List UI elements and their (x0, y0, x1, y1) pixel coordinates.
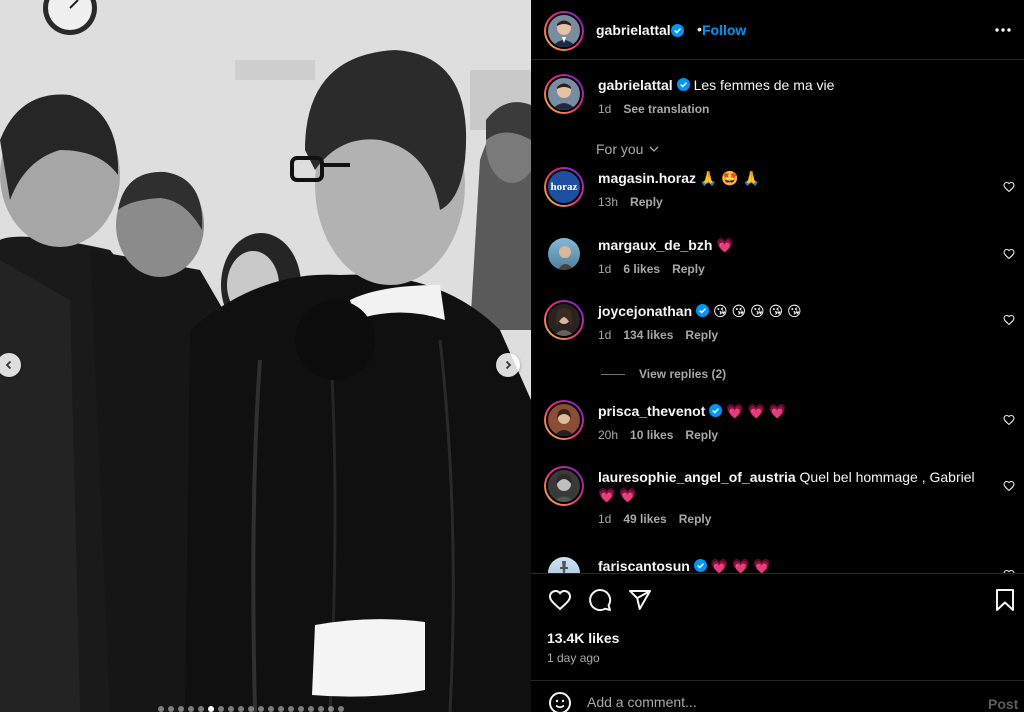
carousel-dot (188, 706, 194, 712)
carousel-dot (298, 706, 304, 712)
share-icon[interactable] (628, 588, 652, 612)
comment-likes[interactable]: 134 likes (623, 326, 673, 344)
verified-badge-icon (676, 78, 690, 91)
follow-button[interactable]: Follow (702, 22, 746, 38)
comment-age: 1d (598, 328, 612, 342)
comment-age: 1d (598, 262, 612, 276)
post-comment-button[interactable]: Post (988, 696, 1018, 712)
comment-text: 💗 💗 💗 (726, 403, 787, 419)
carousel-dot (338, 706, 344, 712)
carousel-indicator (158, 706, 344, 712)
caption-text: Les femmes de ma vie (693, 77, 835, 93)
commenter-avatar[interactable] (548, 238, 580, 270)
verified-badge-icon (671, 24, 684, 37)
carousel-dot-active (208, 706, 214, 712)
comment-filter-label: For you (596, 141, 644, 157)
commenter-avatar[interactable] (548, 557, 580, 573)
carousel-dot (238, 706, 244, 712)
chevron-down-icon (650, 146, 659, 152)
post-timestamp: 1 day ago (547, 651, 600, 665)
carousel-dot (218, 706, 224, 712)
comment-username[interactable]: magasin.horaz (598, 170, 696, 186)
reply-button[interactable]: Reply (685, 426, 718, 444)
post-actions-bar: 13.4K likes 1 day ago (531, 573, 1024, 673)
verified-badge-icon (696, 304, 710, 317)
caption-username[interactable]: gabrielattal (598, 77, 673, 93)
add-comment-bar: Post (531, 680, 1024, 712)
post-photo (0, 0, 531, 712)
comment-likes[interactable]: 10 likes (630, 426, 673, 444)
reply-button[interactable]: Reply (630, 193, 663, 211)
comment-username[interactable]: prisca_thevenot (598, 403, 705, 419)
commenter-avatar[interactable]: horaz (544, 167, 584, 207)
comment-likes[interactable]: 6 likes (623, 260, 660, 278)
reply-button[interactable]: Reply (685, 326, 718, 344)
bookmark-icon[interactable] (993, 588, 1017, 612)
likes-count[interactable]: 13.4K likes (547, 630, 619, 646)
carousel-dot (198, 706, 204, 712)
chevron-right-icon (505, 360, 512, 370)
caption-author-avatar[interactable] (544, 74, 584, 114)
caption-age: 1d (598, 102, 612, 116)
commenter-avatar[interactable] (544, 400, 584, 440)
reply-button[interactable]: Reply (679, 510, 712, 528)
comment-text: 😘 😘 😘 😘 😘 (713, 303, 802, 319)
comment-age: 1d (598, 512, 612, 526)
comment-age: 13h (598, 195, 619, 209)
comment-likes[interactable]: 49 likes (623, 510, 666, 528)
view-replies-button[interactable]: View replies (2) (601, 367, 726, 381)
see-translation-link[interactable]: See translation (623, 100, 709, 118)
emoji-icon[interactable] (548, 691, 572, 712)
comment-like-heart-icon[interactable] (1003, 181, 1015, 193)
verified-badge-icon (709, 404, 723, 417)
view-replies-label: View replies (2) (639, 367, 727, 381)
comment-age: 20h (598, 428, 619, 442)
carousel-dot (258, 706, 264, 712)
comment-icon[interactable] (588, 588, 612, 612)
next-photo-button[interactable] (496, 353, 520, 377)
photo-scene (0, 0, 531, 712)
comment-username[interactable]: joycejonathan (598, 303, 692, 319)
replies-divider-line (601, 373, 625, 375)
comment-like-heart-icon[interactable] (1003, 314, 1015, 326)
carousel-dot (278, 706, 284, 712)
carousel-dot (318, 706, 324, 712)
comment-text: 🙏 🤩 🙏 (699, 170, 760, 186)
post-header: gabrielattal • Follow (531, 0, 1024, 60)
comment-text: 💗 (716, 237, 734, 253)
carousel-dot (248, 706, 254, 712)
carousel-dot (158, 706, 164, 712)
post-side-panel: gabrielattal • Follow gabrielattal Les f… (531, 0, 1024, 712)
carousel-dot (328, 706, 334, 712)
author-avatar[interactable] (544, 11, 584, 51)
comment-username[interactable]: margaux_de_bzh (598, 237, 712, 253)
commenter-avatar[interactable] (544, 300, 584, 340)
carousel-dot (168, 706, 174, 712)
comment-like-heart-icon[interactable] (1003, 480, 1015, 492)
add-comment-input[interactable] (587, 694, 967, 710)
carousel-dot (268, 706, 274, 712)
comment-username[interactable]: lauresophie_angel_of_austria (598, 469, 796, 485)
commenter-avatar[interactable] (544, 466, 584, 506)
carousel-dot (178, 706, 184, 712)
comment-text: 💗 💗 💗 (710, 558, 771, 573)
author-username[interactable]: gabrielattal (596, 22, 671, 38)
carousel-dot (308, 706, 314, 712)
carousel-dot (228, 706, 234, 712)
comment-username[interactable]: fariscantosun (598, 558, 690, 573)
reply-button[interactable]: Reply (672, 260, 705, 278)
comments-list[interactable]: gabrielattal Les femmes de ma vie 1d See… (531, 61, 1024, 573)
comment-like-heart-icon[interactable] (1003, 414, 1015, 426)
horaz-logo: horaz (550, 181, 578, 193)
verified-badge-icon (693, 559, 707, 572)
chevron-left-icon (5, 360, 12, 370)
like-heart-icon[interactable] (548, 588, 572, 612)
comment-filter-dropdown[interactable]: For you (596, 141, 660, 157)
comment-like-heart-icon[interactable] (1003, 248, 1015, 260)
more-options-icon[interactable] (993, 20, 1013, 40)
carousel-dot (288, 706, 294, 712)
